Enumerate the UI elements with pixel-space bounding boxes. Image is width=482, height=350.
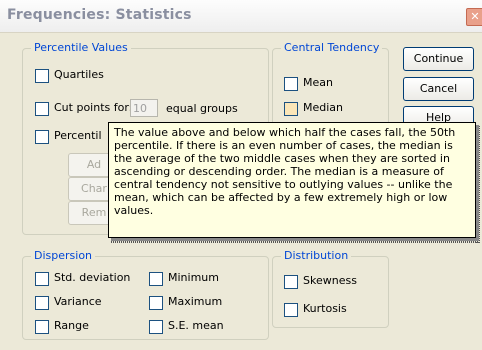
cancel-button[interactable]: Cancel (403, 77, 474, 101)
median-checkbox[interactable] (284, 102, 298, 116)
distribution-legend: Distribution (281, 249, 352, 262)
quartiles-label: Quartiles (54, 68, 104, 81)
minimum-label: Minimum (168, 271, 219, 284)
percentiles-checkbox[interactable] (35, 130, 49, 144)
mean-label: Mean (303, 76, 333, 89)
median-tooltip: The value above and below which half the… (108, 122, 476, 238)
mean-checkbox[interactable] (284, 77, 298, 91)
std-deviation-checkbox[interactable] (35, 272, 49, 286)
std-deviation-label: Std. deviation (54, 271, 131, 284)
kurtosis-label: Kurtosis (303, 302, 347, 315)
quartiles-checkbox[interactable] (35, 69, 49, 83)
median-label: Median (303, 101, 344, 114)
minimum-checkbox[interactable] (149, 272, 163, 286)
kurtosis-checkbox[interactable] (284, 303, 298, 317)
central-tendency-legend: Central Tendency (281, 41, 383, 54)
maximum-label: Maximum (168, 295, 223, 308)
cut-points-label: Cut points for: (54, 101, 133, 114)
distribution-group: Distribution (272, 249, 389, 328)
cut-points-input[interactable]: 10 (130, 99, 158, 117)
cut-points-checkbox[interactable] (35, 102, 49, 116)
percentile-values-legend: Percentile Values (31, 41, 131, 54)
se-mean-checkbox[interactable] (149, 320, 163, 334)
tooltip-shadow-right (476, 125, 480, 243)
maximum-checkbox[interactable] (149, 296, 163, 310)
skewness-checkbox[interactable] (284, 275, 298, 289)
continue-button[interactable]: Continue (403, 47, 474, 71)
window-title: Frequencies: Statistics (7, 7, 192, 23)
equal-groups-label: equal groups (166, 102, 238, 115)
variance-label: Variance (54, 295, 102, 308)
skewness-label: Skewness (303, 274, 357, 287)
range-label: Range (54, 319, 89, 332)
range-checkbox[interactable] (35, 320, 49, 334)
se-mean-label: S.E. mean (168, 319, 224, 332)
dispersion-legend: Dispersion (31, 249, 96, 262)
tooltip-shadow-bottom (111, 238, 479, 243)
variance-checkbox[interactable] (35, 296, 49, 310)
percentiles-label: Percentil (54, 129, 102, 142)
close-icon[interactable]: ✕ (466, 8, 482, 26)
